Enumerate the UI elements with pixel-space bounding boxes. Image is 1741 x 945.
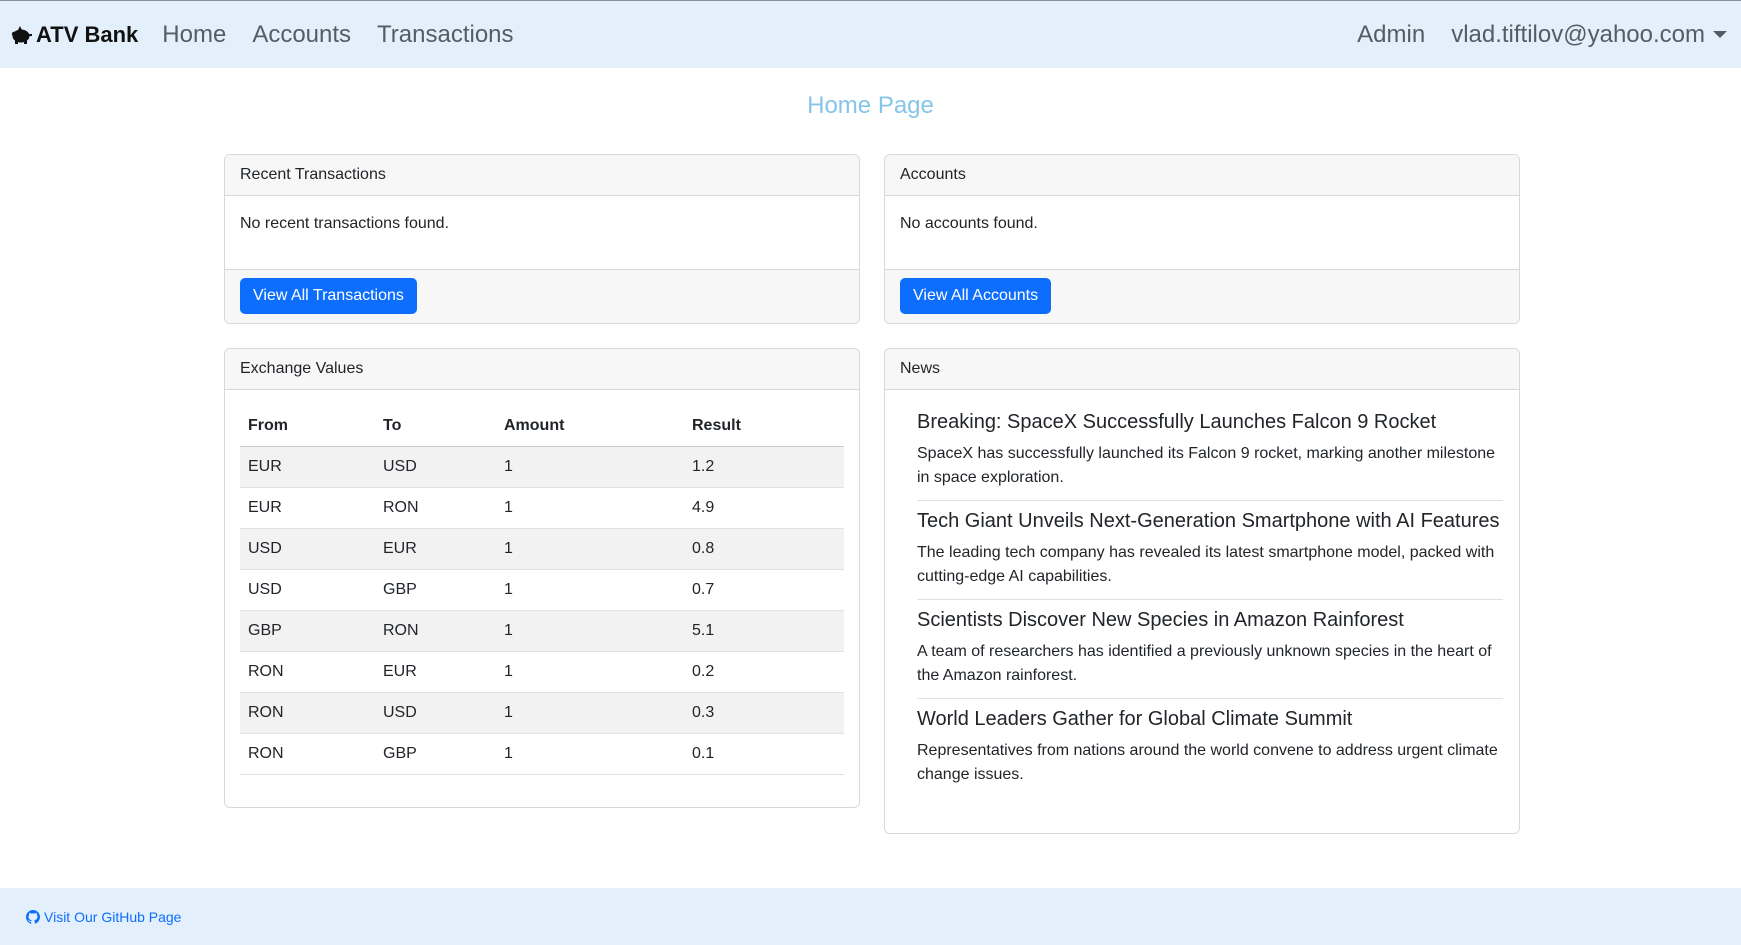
card-header: Recent Transactions [225,155,859,196]
table-cell: RON [240,651,375,693]
card-footer: View All Transactions [225,269,859,323]
exchange-values-card: Exchange Values From To Amount Result EU… [224,348,860,808]
recent-transactions-card: Recent Transactions No recent transactio… [224,154,860,324]
column-header: From [240,406,375,447]
table-cell: 1 [496,692,684,734]
table-cell: RON [240,692,375,734]
table-cell: 0.8 [684,528,844,570]
table-cell: 0.2 [684,651,844,693]
page-footer: Visit Our GitHub Page [0,888,1741,945]
card-header: Exchange Values [225,349,859,390]
news-text: The leading tech company has revealed it… [917,544,1495,585]
github-link[interactable]: Visit Our GitHub Page [26,909,181,925]
news-text: SpaceX has successfully launched its Fal… [917,445,1496,486]
news-item: Scientists Discover New Species in Amazo… [917,600,1503,699]
nav-links: Home Accounts Transactions [162,21,539,49]
table-row: USD EUR 1 0.8 [240,528,844,570]
table-row: EUR USD 1 1.2 [240,446,844,488]
card-body: No accounts found. [885,196,1519,269]
nav-accounts[interactable]: Accounts [252,21,351,49]
nav-transactions[interactable]: Transactions [377,21,514,49]
table-row: GBP RON 1 5.1 [240,610,844,652]
table-cell: USD [375,692,496,734]
news-text: A team of researchers has identified a p… [917,643,1492,684]
table-cell: 1 [496,651,684,693]
card-header: News [885,349,1519,390]
table-cell: 0.7 [684,569,844,611]
table-cell: 0.3 [684,692,844,734]
table-cell: RON [375,487,496,529]
card-body: From To Amount Result EUR USD 1 1.2 EUR … [225,390,859,790]
news-item: Tech Giant Unveils Next-Generation Smart… [917,501,1503,600]
table-cell: 1 [496,610,684,652]
table-cell: 1 [496,487,684,529]
table-cell: 1 [496,446,684,488]
news-card: News Breaking: SpaceX Successfully Launc… [884,348,1520,834]
card-footer: View All Accounts [885,269,1519,323]
table-row: EUR RON 1 4.9 [240,487,844,529]
table-cell: 1 [496,528,684,570]
table-cell: 4.9 [684,487,844,529]
github-icon [26,909,40,924]
brand-name: ATV Bank [36,21,139,47]
card-body: Breaking: SpaceX Successfully Launches F… [885,390,1519,809]
empty-message: No recent transactions found. [240,215,450,232]
top-navbar: ATV Bank Home Accounts Transactions Admi… [0,0,1741,68]
table-header-row: From To Amount Result [240,406,844,447]
table-cell: EUR [240,446,375,488]
view-all-transactions-button[interactable]: View All Transactions [240,278,417,314]
table-cell: 0.1 [684,733,844,775]
view-all-accounts-button[interactable]: View All Accounts [900,278,1052,314]
news-item: Breaking: SpaceX Successfully Launches F… [917,402,1503,501]
nav-admin[interactable]: Admin [1357,21,1425,49]
news-item: World Leaders Gather for Global Climate … [917,699,1503,797]
table-cell: 5.1 [684,610,844,652]
table-cell: 1 [496,733,684,775]
table-row: RON GBP 1 0.1 [240,733,844,775]
table-cell: RON [240,733,375,775]
piggy-bank-icon [11,25,32,44]
chevron-down-icon [1713,31,1727,38]
table-cell: EUR [375,651,496,693]
news-text: Representatives from nations around the … [917,742,1498,783]
table-cell: 1 [496,569,684,611]
empty-message: No accounts found. [900,215,1038,232]
card-body: No recent transactions found. [225,196,859,269]
user-email: vlad.tiftilov@yahoo.com [1451,20,1705,48]
table-row: RON USD 1 0.3 [240,692,844,734]
github-link-label: Visit Our GitHub Page [44,908,182,925]
user-dropdown[interactable]: vlad.tiftilov@yahoo.com [1451,21,1727,49]
table-cell: USD [240,569,375,611]
page-title: Home Page [807,92,934,119]
news-title: Tech Giant Unveils Next-Generation Smart… [917,510,1500,532]
card-header: Accounts [885,155,1519,196]
table-row: RON EUR 1 0.2 [240,651,844,693]
table-row: USD GBP 1 0.7 [240,569,844,611]
table-cell: USD [375,446,496,488]
column-header: Result [684,406,844,447]
table-cell: RON [375,610,496,652]
news-title: Scientists Discover New Species in Amazo… [917,609,1404,631]
exchange-table: From To Amount Result EUR USD 1 1.2 EUR … [240,406,844,775]
nav-home[interactable]: Home [162,21,226,49]
nav-right: Admin vlad.tiftilov@yahoo.com [1357,21,1727,49]
news-title: Breaking: SpaceX Successfully Launches F… [917,411,1437,433]
news-title: World Leaders Gather for Global Climate … [917,708,1353,730]
column-header: To [375,406,496,447]
accounts-card: Accounts No accounts found. View All Acc… [884,154,1520,324]
table-cell: GBP [375,733,496,775]
brand-link[interactable]: ATV Bank [10,22,138,48]
table-cell: EUR [240,487,375,529]
table-cell: GBP [240,610,375,652]
table-cell: EUR [375,528,496,570]
table-cell: GBP [375,569,496,611]
column-header: Amount [496,406,684,447]
table-cell: 1.2 [684,446,844,488]
table-cell: USD [240,528,375,570]
